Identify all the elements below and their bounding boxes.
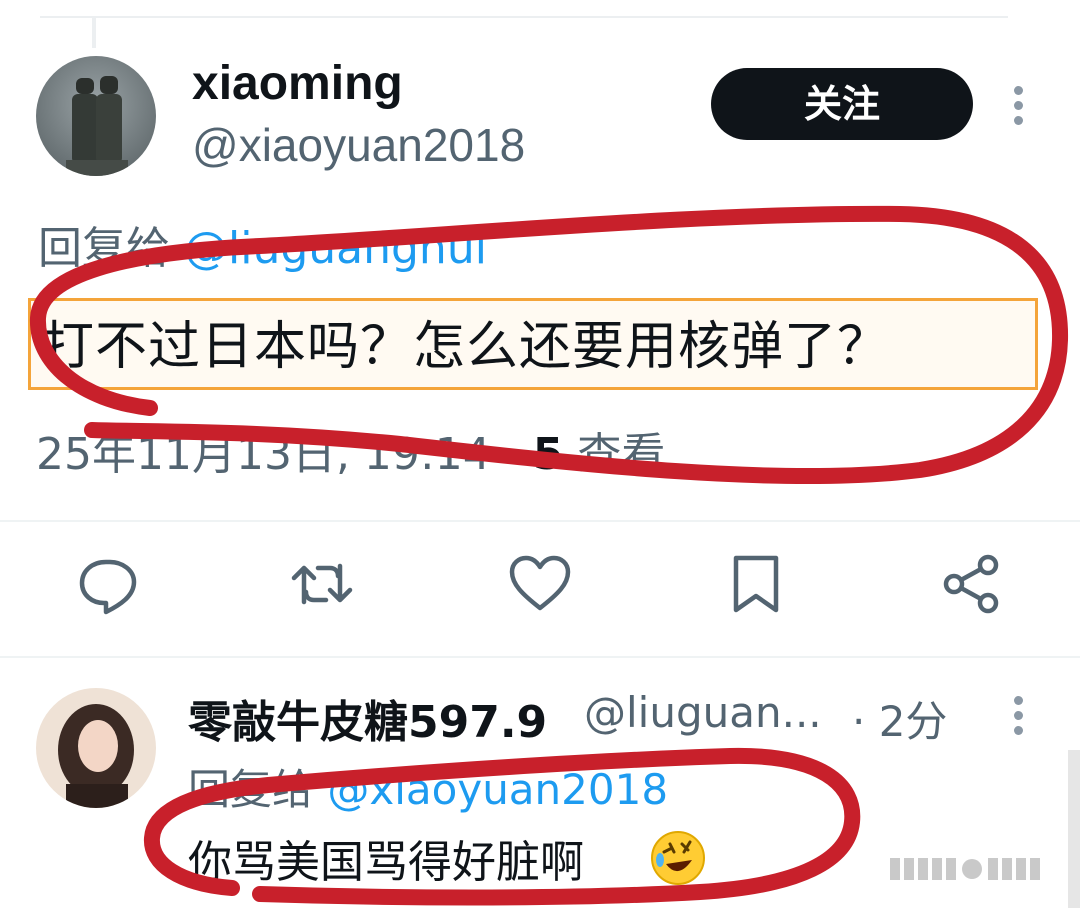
like-icon[interactable] — [508, 552, 572, 616]
top-divider — [40, 16, 1008, 18]
watermark-logo — [890, 858, 1040, 880]
reply-reply-prefix: 回复给 — [188, 765, 315, 814]
retweet-icon[interactable] — [290, 552, 354, 616]
action-divider — [0, 520, 1080, 522]
bookmark-icon[interactable] — [724, 552, 788, 616]
share-icon[interactable] — [940, 552, 1004, 616]
reply-text: 你骂美国骂得好脏啊 — [188, 837, 584, 888]
reply-to-line: 回复给 @liuguanghui — [38, 212, 487, 276]
author-handle[interactable]: @xiaoyuan2018 — [192, 118, 525, 172]
reply-time: · 2分 — [852, 697, 948, 746]
reply-author-avatar[interactable] — [36, 688, 156, 808]
reply-more-options-icon[interactable] — [1014, 696, 1024, 741]
thread-line — [92, 18, 96, 48]
reply-author-handle[interactable]: @liuguan... — [584, 688, 822, 737]
views-count: 5 — [532, 429, 564, 480]
reply-author-name[interactable]: 零敲牛皮糖597.9 — [188, 686, 547, 750]
reply-to-handle[interactable]: @liuguanghui — [184, 223, 487, 274]
author-name[interactable]: xiaoming — [192, 56, 403, 111]
reply-divider — [0, 656, 1080, 658]
reply-prefix: 回复给 — [38, 223, 170, 274]
scrollbar-thumb[interactable] — [1068, 750, 1080, 908]
reply-reply-to-handle[interactable]: @xiaoyuan2018 — [327, 765, 668, 814]
follow-button[interactable]: 关注 — [711, 68, 973, 140]
rolling-on-floor-laughing-emoji — [650, 830, 706, 891]
reply-reply-to-line: 回复给 @xiaoyuan2018 — [188, 756, 668, 817]
tweet-text: 打不过日本吗？怎么还要用核弹了？ — [42, 317, 891, 377]
more-options-icon[interactable] — [1014, 86, 1024, 131]
tweet-meta: 25年11月13日, 19:14 · 5 查看 — [36, 418, 665, 482]
views-label: 查看 — [563, 429, 666, 480]
tweet-date: 25年11月13日, 19:14 · — [36, 429, 533, 480]
reply-icon[interactable] — [76, 552, 140, 616]
author-avatar[interactable] — [36, 56, 156, 176]
